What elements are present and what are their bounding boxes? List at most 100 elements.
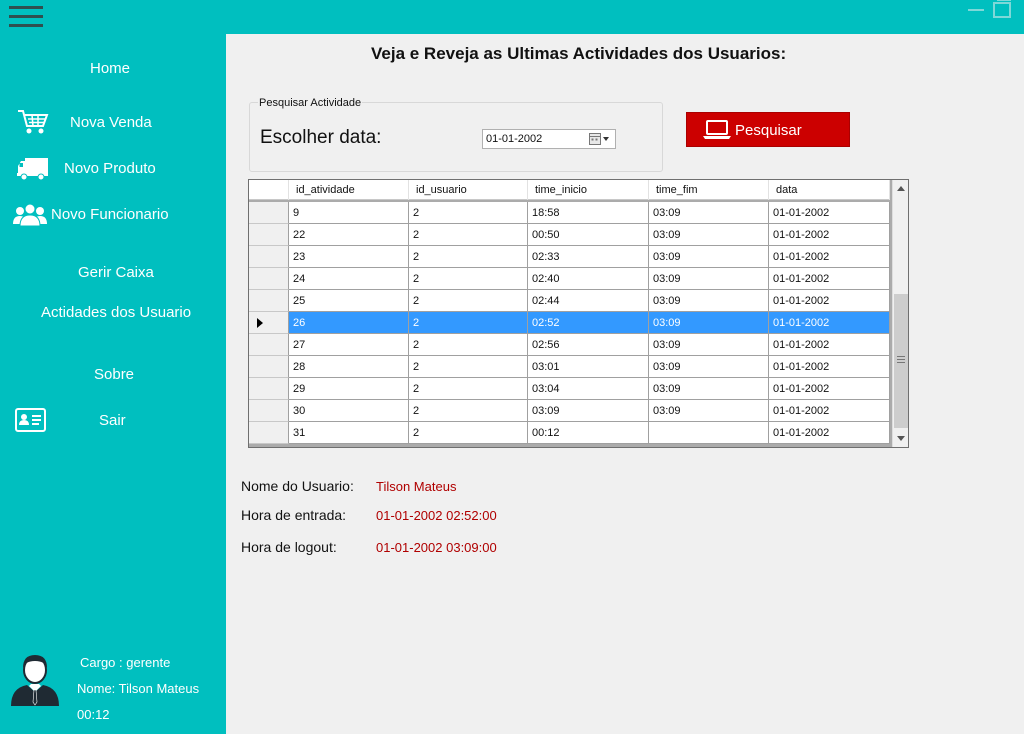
table-cell-time-fim[interactable]: 03:09 bbox=[649, 268, 769, 290]
table-cell-id-usuario[interactable]: 2 bbox=[409, 312, 528, 334]
table-row[interactable]: 27 2 02:56 03:09 01-01-2002 bbox=[249, 334, 890, 356]
row-header[interactable] bbox=[249, 356, 289, 378]
date-picker[interactable]: 01-01-2002 bbox=[482, 129, 616, 149]
table-cell-data[interactable]: 01-01-2002 bbox=[769, 224, 890, 246]
table-cell-time-fim[interactable]: 03:09 bbox=[649, 356, 769, 378]
sidebar-item-sair[interactable]: Sair bbox=[0, 406, 226, 436]
table-cell-time-inicio[interactable]: 02:33 bbox=[528, 246, 649, 268]
table-row[interactable]: 9 2 18:58 03:09 01-01-2002 bbox=[249, 202, 890, 224]
table-cell-time-inicio[interactable]: 02:52 bbox=[528, 312, 649, 334]
sidebar-item-sobre[interactable]: Sobre bbox=[0, 366, 226, 388]
table-cell-id-atividade[interactable]: 9 bbox=[289, 202, 409, 224]
vertical-scrollbar[interactable] bbox=[892, 180, 908, 447]
table-cell-data[interactable]: 01-01-2002 bbox=[769, 202, 890, 224]
table-cell-id-atividade[interactable]: 30 bbox=[289, 400, 409, 422]
table-cell-id-usuario[interactable]: 2 bbox=[409, 268, 528, 290]
table-cell-time-fim[interactable] bbox=[649, 422, 769, 444]
row-header[interactable] bbox=[249, 290, 289, 312]
sidebar-item-gerir-caixa[interactable]: Gerir Caixa bbox=[0, 264, 226, 286]
table-cell-id-usuario[interactable]: 2 bbox=[409, 400, 528, 422]
table-cell-id-usuario[interactable]: 2 bbox=[409, 356, 528, 378]
table-cell-data[interactable]: 01-01-2002 bbox=[769, 268, 890, 290]
column-header-id-usuario[interactable]: id_usuario bbox=[409, 180, 528, 200]
table-cell-id-atividade[interactable]: 29 bbox=[289, 378, 409, 400]
table-cell-data[interactable]: 01-01-2002 bbox=[769, 356, 890, 378]
sidebar-item-home[interactable]: Home bbox=[0, 60, 226, 82]
table-cell-time-fim[interactable]: 03:09 bbox=[649, 224, 769, 246]
table-cell-time-inicio[interactable]: 03:01 bbox=[528, 356, 649, 378]
row-header[interactable] bbox=[249, 378, 289, 400]
table-cell-data[interactable]: 01-01-2002 bbox=[769, 312, 890, 334]
table-cell-time-inicio[interactable]: 02:56 bbox=[528, 334, 649, 356]
table-cell-data[interactable]: 01-01-2002 bbox=[769, 334, 890, 356]
table-cell-id-usuario[interactable]: 2 bbox=[409, 334, 528, 356]
row-header[interactable] bbox=[249, 422, 289, 444]
search-button[interactable]: Pesquisar bbox=[686, 112, 850, 147]
table-row[interactable]: 30 2 03:09 03:09 01-01-2002 bbox=[249, 400, 890, 422]
table-row[interactable]: 31 2 00:12 01-01-2002 bbox=[249, 422, 890, 444]
table-cell-data[interactable]: 01-01-2002 bbox=[769, 422, 890, 444]
row-header[interactable] bbox=[249, 246, 289, 268]
table-cell-data[interactable]: 01-01-2002 bbox=[769, 400, 890, 422]
column-header-time-inicio[interactable]: time_inicio bbox=[528, 180, 649, 200]
table-row[interactable]: 29 2 03:04 03:09 01-01-2002 bbox=[249, 378, 890, 400]
table-cell-time-fim[interactable]: 03:09 bbox=[649, 290, 769, 312]
row-header[interactable] bbox=[249, 202, 289, 224]
table-cell-time-inicio[interactable]: 03:09 bbox=[528, 400, 649, 422]
column-header-id-atividade[interactable]: id_atividade bbox=[289, 180, 409, 200]
table-cell-time-fim[interactable]: 03:09 bbox=[649, 334, 769, 356]
table-cell-time-fim[interactable]: 03:09 bbox=[649, 400, 769, 422]
table-cell-id-usuario[interactable]: 2 bbox=[409, 246, 528, 268]
table-cell-time-inicio[interactable]: 00:50 bbox=[528, 224, 649, 246]
scroll-down-icon[interactable] bbox=[897, 436, 905, 441]
table-cell-id-atividade[interactable]: 22 bbox=[289, 224, 409, 246]
table-cell-time-inicio[interactable]: 02:40 bbox=[528, 268, 649, 290]
row-header[interactable] bbox=[249, 224, 289, 246]
table-cell-id-usuario[interactable]: 2 bbox=[409, 422, 528, 444]
table-cell-data[interactable]: 01-01-2002 bbox=[769, 378, 890, 400]
table-row[interactable]: 28 2 03:01 03:09 01-01-2002 bbox=[249, 356, 890, 378]
calendar-dropdown-icon[interactable] bbox=[589, 133, 611, 145]
row-header[interactable] bbox=[249, 312, 289, 334]
table-row[interactable]: 23 2 02:33 03:09 01-01-2002 bbox=[249, 246, 890, 268]
column-header-time-fim[interactable]: time_fim bbox=[649, 180, 769, 200]
row-header[interactable] bbox=[249, 400, 289, 422]
table-cell-id-atividade[interactable]: 31 bbox=[289, 422, 409, 444]
table-cell-time-inicio[interactable]: 00:12 bbox=[528, 422, 649, 444]
sidebar-item-actividades[interactable]: Actidades dos Usuario bbox=[0, 304, 226, 326]
table-cell-id-atividade[interactable]: 23 bbox=[289, 246, 409, 268]
row-header[interactable] bbox=[249, 334, 289, 356]
table-cell-id-atividade[interactable]: 26 bbox=[289, 312, 409, 334]
menu-icon[interactable] bbox=[9, 6, 43, 30]
table-cell-id-atividade[interactable]: 24 bbox=[289, 268, 409, 290]
table-cell-id-atividade[interactable]: 25 bbox=[289, 290, 409, 312]
table-cell-id-atividade[interactable]: 28 bbox=[289, 356, 409, 378]
sidebar-item-nova-venda[interactable]: Nova Venda bbox=[0, 108, 226, 138]
table-row[interactable]: 26 2 02:52 03:09 01-01-2002 bbox=[249, 312, 890, 334]
sidebar-item-novo-funcionario[interactable]: Novo Funcionario bbox=[0, 202, 226, 230]
column-header-data[interactable]: data bbox=[769, 180, 890, 200]
minimize-icon[interactable] bbox=[968, 9, 984, 11]
maximize-icon[interactable] bbox=[993, 0, 1011, 18]
table-cell-id-usuario[interactable]: 2 bbox=[409, 290, 528, 312]
row-header[interactable] bbox=[249, 268, 289, 290]
table-cell-time-fim[interactable]: 03:09 bbox=[649, 378, 769, 400]
scroll-up-icon[interactable] bbox=[897, 186, 905, 191]
table-cell-id-atividade[interactable]: 27 bbox=[289, 334, 409, 356]
table-cell-time-fim[interactable]: 03:09 bbox=[649, 246, 769, 268]
table-cell-id-usuario[interactable]: 2 bbox=[409, 202, 528, 224]
table-row[interactable]: 22 2 00:50 03:09 01-01-2002 bbox=[249, 224, 890, 246]
table-cell-time-fim[interactable]: 03:09 bbox=[649, 312, 769, 334]
table-cell-id-usuario[interactable]: 2 bbox=[409, 378, 528, 400]
table-row[interactable]: 24 2 02:40 03:09 01-01-2002 bbox=[249, 268, 890, 290]
table-cell-id-usuario[interactable]: 2 bbox=[409, 224, 528, 246]
table-cell-time-inicio[interactable]: 02:44 bbox=[528, 290, 649, 312]
table-cell-time-inicio[interactable]: 03:04 bbox=[528, 378, 649, 400]
table-cell-data[interactable]: 01-01-2002 bbox=[769, 246, 890, 268]
table-cell-time-fim[interactable]: 03:09 bbox=[649, 202, 769, 224]
sidebar-item-novo-produto[interactable]: Novo Produto bbox=[0, 156, 226, 184]
scroll-thumb[interactable] bbox=[894, 294, 908, 428]
table-cell-data[interactable]: 01-01-2002 bbox=[769, 290, 890, 312]
activities-table[interactable]: id_atividade id_usuario time_inicio time… bbox=[248, 179, 909, 448]
table-cell-time-inicio[interactable]: 18:58 bbox=[528, 202, 649, 224]
